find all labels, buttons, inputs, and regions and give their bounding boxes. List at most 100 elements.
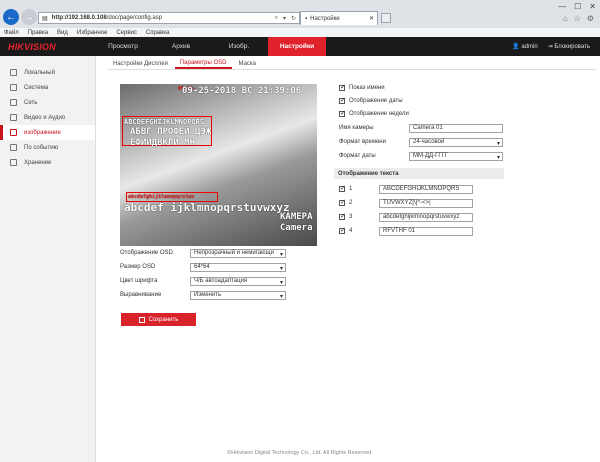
tab-favicon: ▪ (305, 15, 308, 22)
forward-button[interactable]: → (21, 9, 37, 25)
overlay-checkbox[interactable] (339, 198, 346, 206)
osd-date-time[interactable]: 09-25-2018 ВС 21:39:06 (182, 86, 301, 96)
chevron-down-icon: ▾ (496, 154, 500, 161)
network-icon (10, 99, 17, 106)
checkbox-checked[interactable] (339, 96, 346, 104)
sidebar-item-image[interactable]: изображение (0, 125, 95, 140)
refresh-icon[interactable]: ↻ (291, 15, 296, 22)
save-button[interactable]: Сохранить (121, 313, 196, 326)
osd-text-alphabet[interactable]: ABCDEFGHIJKLMNOPQRS (124, 118, 204, 126)
camera-name-input[interactable]: Camera 01 (409, 123, 503, 133)
sidebar-item-local[interactable]: Локальный (0, 65, 95, 80)
osd-mode-label: Отображение OSD (120, 250, 173, 256)
overlay-checkbox[interactable] (339, 226, 346, 234)
osd-mode-row: Отображение OSD Непрозрачный и немигающи… (120, 248, 286, 258)
osd-text-lowercase[interactable]: abcdef ijklmnopqrstuvwxyz (124, 201, 290, 214)
checkbox-checked[interactable] (339, 109, 346, 117)
video-preview[interactable]: 09-25- 09-25-2018 ВС 21:39:06 ABCDEFGHIJ… (120, 84, 317, 246)
close-icon[interactable]: ✕ (589, 2, 596, 11)
browser-tab[interactable]: ▪ Настройки ✕ (300, 11, 378, 25)
camera-name-row: Имя камеры Camera 01 (339, 123, 503, 133)
back-button[interactable]: ← (3, 9, 19, 25)
overlay-text-input[interactable]: RFVTHF 01 (379, 226, 473, 236)
sidebar-item-video-audio[interactable]: Видео и Аудио (0, 110, 95, 125)
osd-text-cyrillic-2[interactable]: ЕФИЙДВКЛИ МН (130, 138, 195, 148)
search-icon[interactable]: ⌕ (275, 15, 278, 22)
settings-tabs: Настройки Дисплея Параметры OSD Маска (108, 58, 596, 70)
minimize-icon[interactable]: — (558, 2, 566, 11)
time-format-select[interactable]: 24-часовой ▾ (409, 137, 503, 147)
date-format-select[interactable]: ММ-ДД-ГГГГ ▾ (409, 151, 503, 161)
alignment-select[interactable]: Изменить ▾ (190, 290, 286, 300)
overlay-text-input[interactable]: ABCDEFGHIJKLMNOPQRS (379, 184, 473, 194)
address-bar[interactable]: ▤ http://192.168.0.108/doc/page/config.a… (38, 12, 300, 24)
osd-size-row: Размер OSD 64*64 ▾ (120, 262, 286, 272)
favorites-icon[interactable]: ☆ (574, 14, 581, 23)
user-menu[interactable]: 👤 admin (512, 43, 537, 50)
menu-favorites[interactable]: Избранное (77, 30, 107, 36)
settings-gear-icon[interactable]: ⚙ (587, 14, 594, 23)
maximize-icon[interactable]: ☐ (574, 2, 581, 11)
osd-size-label: Размер OSD (120, 264, 156, 270)
osd-mode-select[interactable]: Непрозрачный и немигающи ▾ (190, 248, 286, 258)
nav-playback[interactable]: Архив (152, 37, 210, 56)
sidebar-item-network[interactable]: Сеть (0, 95, 95, 110)
font-color-label: Цвет шрифта (120, 278, 158, 284)
osd-text-cyrillic-1[interactable]: АБВГ ПРОФЕЙ ЦЭЖ (130, 127, 211, 137)
dropdown-icon[interactable]: ▾ (283, 15, 286, 22)
camera-name-label: Имя камеры (339, 125, 374, 131)
tab-close-icon[interactable]: ✕ (369, 15, 374, 22)
overlay-row: 4 RFVTHF 01 (339, 226, 473, 236)
sidebar-item-storage[interactable]: Хранение (0, 155, 95, 170)
overlay-row: 2 TUVWXYZ[\]^-<>| (339, 198, 473, 208)
checkbox-checked[interactable] (339, 83, 346, 91)
time-format-label: Формат времени (339, 139, 386, 145)
page-icon: ▤ (42, 15, 48, 22)
home-icon[interactable]: ⌂ (563, 14, 568, 23)
overlay-row: 3 abcdefghijklmnopqrstuvwxyz (339, 212, 473, 222)
save-icon (138, 316, 145, 323)
sidebar-item-system[interactable]: Система (0, 80, 95, 95)
show-date-checkbox[interactable]: Отображение даты (339, 96, 403, 106)
time-format-row: Формат времени 24-часовой ▾ (339, 137, 503, 147)
show-name-checkbox[interactable]: Показ имени (339, 83, 385, 93)
lock-button[interactable]: ⇥ Блокировать (548, 43, 590, 50)
overlay-checkbox[interactable] (339, 184, 346, 192)
menu-edit[interactable]: Правка (28, 30, 48, 36)
menu-view[interactable]: Вид (57, 30, 68, 36)
overlay-number: 1 (349, 186, 353, 192)
menu-file[interactable]: Файл (4, 30, 19, 36)
image-icon (10, 129, 17, 136)
alignment-row: Выравнивание Изменить ▾ (120, 290, 286, 300)
osd-camera-name-1[interactable]: КАМЕРА 01 (280, 212, 317, 222)
tab-display-settings[interactable]: Настройки Дисплея (108, 58, 173, 69)
osd-size-select[interactable]: 64*64 ▾ (190, 262, 286, 272)
nav-live-view[interactable]: Просмотр (94, 37, 152, 56)
tab-privacy-mask[interactable]: Маска (234, 58, 262, 69)
chevron-down-icon: ▾ (279, 265, 283, 272)
menu-tools[interactable]: Сервис (116, 30, 137, 36)
chevron-down-icon: ▾ (279, 293, 283, 300)
system-icon (10, 84, 17, 91)
overlay-number: 3 (349, 214, 353, 220)
browser-toolbar: — ☐ ✕ ← → ▤ http://192.168.0.108/doc/pag… (0, 0, 600, 28)
nav-picture[interactable]: Изобр. (210, 37, 268, 56)
overlay-checkbox[interactable] (339, 212, 346, 220)
tab-osd-settings[interactable]: Параметры OSD (174, 58, 232, 69)
sidebar-item-event[interactable]: По событию (0, 140, 95, 155)
nav-configuration[interactable]: Настройки (268, 37, 326, 56)
osd-camera-name-2[interactable]: Camera 01 (280, 223, 317, 233)
new-tab-button[interactable] (381, 13, 391, 23)
overlay-text-input[interactable]: abcdefghijklmnopqrstuvwxyz (379, 212, 473, 222)
tab-title: Настройки (310, 15, 340, 22)
osd-text-lower-small: abcdefghijklmnopqrstuv (128, 194, 195, 200)
hikvision-logo: HIKVISION (8, 42, 56, 52)
window-controls: — ☐ ✕ (558, 2, 596, 11)
show-week-checkbox[interactable]: Отображение недели (339, 109, 409, 119)
monitor-icon (10, 69, 17, 76)
calendar-icon (10, 144, 17, 151)
font-color-select[interactable]: Ч/Б автоадаптация ▾ (190, 276, 286, 286)
overlay-text-input[interactable]: TUVWXYZ[\]^-<>| (379, 198, 473, 208)
menu-help[interactable]: Справка (146, 30, 170, 36)
chevron-down-icon: ▾ (496, 140, 500, 147)
